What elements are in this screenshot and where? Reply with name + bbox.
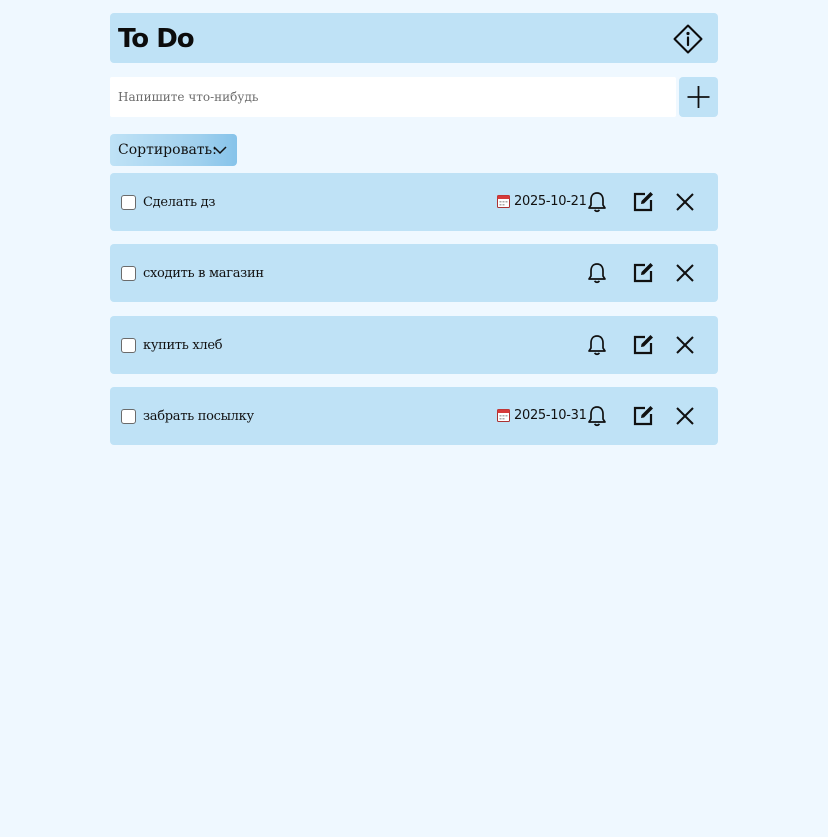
task-checkbox[interactable] [121,409,136,424]
task-item: Сделать дз 2025-10-21 [110,173,718,231]
bell-icon[interactable] [586,262,608,284]
sort-label: Сортировать: [118,142,217,158]
task-checkbox[interactable] [121,266,136,281]
new-task-input[interactable] [110,77,676,117]
close-icon[interactable] [675,335,695,355]
task-text: забрать посылку [143,409,254,424]
edit-icon[interactable] [632,261,655,284]
task-text: купить хлеб [143,338,223,353]
info-button[interactable] [672,23,704,55]
task-due-date-text: 2025-10-31 [514,408,587,423]
task-checkbox[interactable] [121,338,136,353]
calendar-icon [497,195,510,208]
bell-icon[interactable] [586,405,608,427]
task-text: Сделать дз [143,195,216,210]
bell-icon[interactable] [586,334,608,356]
calendar-icon [497,409,510,422]
task-text: сходить в магазин [143,266,264,281]
new-task-row [110,77,718,117]
task-item: купить хлеб [110,316,718,374]
task-item: забрать посылку 2025-10-31 [110,387,718,445]
close-icon[interactable] [675,192,695,212]
app-title: To Do [118,24,195,54]
close-icon[interactable] [675,263,695,283]
sort-dropdown[interactable]: Сортировать: [110,134,237,166]
add-task-button[interactable] [679,77,718,117]
edit-icon[interactable] [632,333,655,356]
close-icon[interactable] [675,406,695,426]
task-due-date-text: 2025-10-21 [514,194,587,209]
chevron-down-icon [213,146,227,155]
plus-icon [687,86,710,108]
bell-icon[interactable] [586,191,608,213]
task-checkbox[interactable] [121,195,136,210]
app-header: To Do [110,13,718,63]
edit-icon[interactable] [632,190,655,213]
info-diamond-icon [673,24,703,54]
edit-icon[interactable] [632,404,655,427]
task-item: сходить в магазин [110,244,718,302]
